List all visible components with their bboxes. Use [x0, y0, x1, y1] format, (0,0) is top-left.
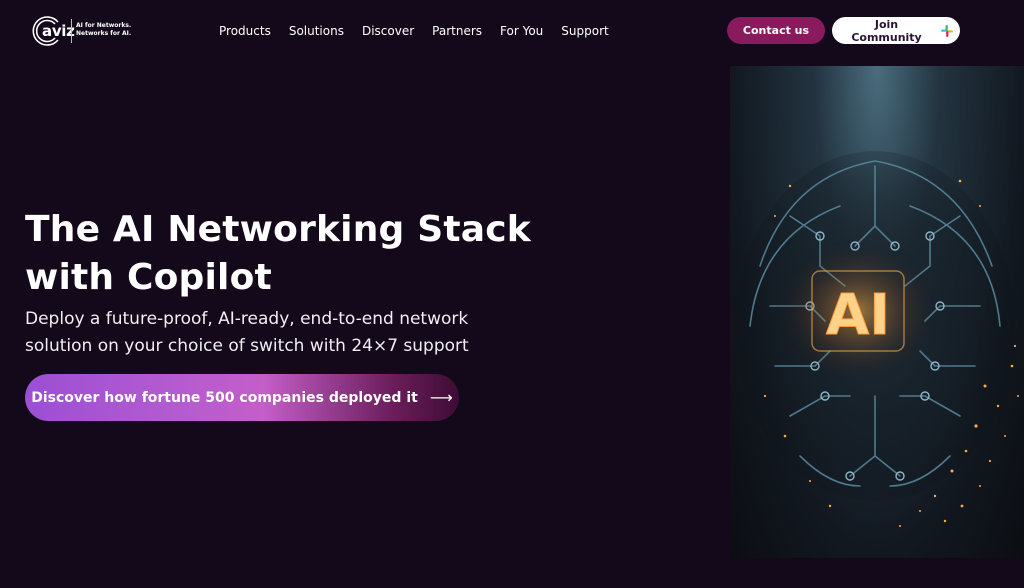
discover-cta-button[interactable]: Discover how fortune 500 companies deplo… — [25, 374, 459, 421]
logo-tagline-line1: AI for Networks. — [76, 22, 132, 29]
logo-tagline-line2: Networks for AI. — [76, 30, 132, 37]
cta-label: Discover how fortune 500 companies deplo… — [31, 389, 418, 406]
slack-icon — [941, 24, 954, 37]
main-nav: Products Solutions Discover Partners For… — [210, 22, 618, 40]
nav-item-products[interactable]: Products — [210, 22, 280, 40]
nav-item-discover[interactable]: Discover — [353, 22, 423, 40]
contact-us-label: Contact us — [742, 24, 810, 37]
logo-wordmark: aviz — [42, 22, 75, 40]
page: aviz AI for Networks. Networks for AI. P… — [0, 0, 1024, 588]
nav-item-support[interactable]: Support — [552, 22, 617, 40]
hero-subtitle: Deploy a future-proof, AI-ready, end-to-… — [25, 306, 505, 360]
hero-title: The AI Networking Stack with Copilot — [25, 206, 545, 302]
nav-item-for-you[interactable]: For You — [491, 22, 552, 40]
site-header: aviz AI for Networks. Networks for AI. P… — [0, 0, 1024, 62]
hero-title-line2: with Copilot — [25, 257, 272, 298]
hero-subtitle-line1: Deploy a future-proof, AI-ready, end-to-… — [25, 309, 469, 329]
ai-brain-illustration: AI — [735, 151, 1019, 527]
join-community-button[interactable]: Join Community — [832, 17, 960, 44]
ai-brain-circuit-image: AI — [730, 66, 1024, 558]
aviz-logo[interactable]: aviz AI for Networks. Networks for AI. — [29, 13, 139, 49]
contact-us-button[interactable]: Contact us — [727, 17, 825, 44]
logo-tagline: AI for Networks. Networks for AI. — [76, 22, 131, 38]
nav-item-solutions[interactable]: Solutions — [280, 22, 353, 40]
arrow-right-icon: ⟶ — [429, 388, 453, 407]
logo-divider — [71, 19, 72, 43]
join-community-label: Join Community — [851, 17, 922, 44]
hero-subtitle-line2: solution on your choice of switch with 2… — [25, 336, 469, 356]
nav-item-partners[interactable]: Partners — [423, 22, 491, 40]
hero-title-line1: The AI Networking Stack — [25, 209, 531, 250]
ai-image-text: AI — [826, 283, 890, 348]
